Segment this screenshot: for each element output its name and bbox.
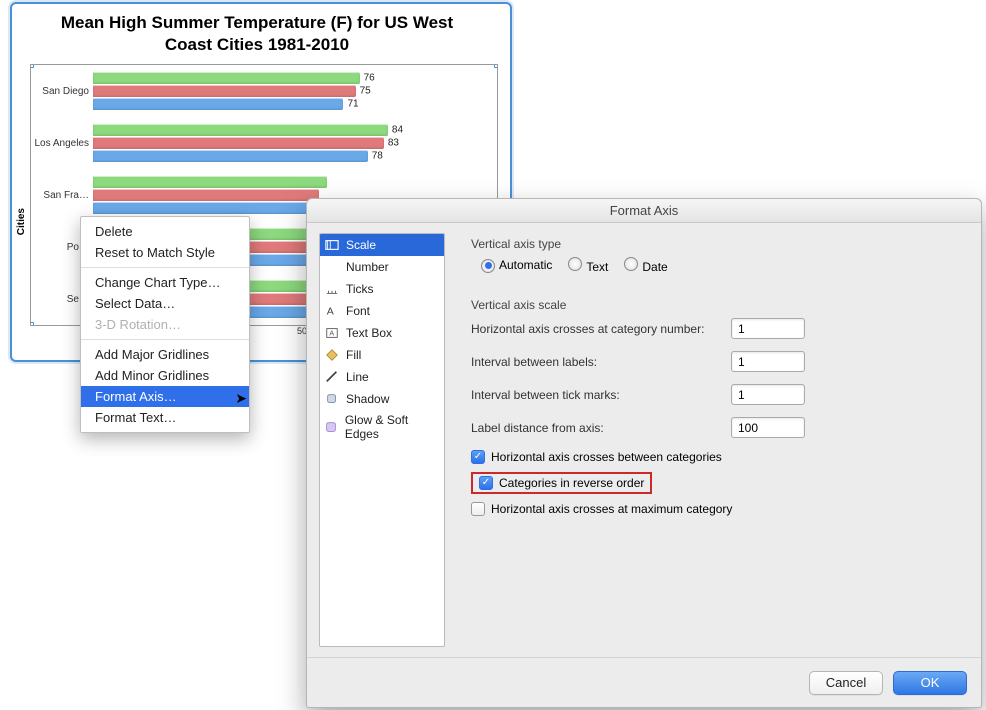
menu-format-text[interactable]: Format Text…	[81, 407, 249, 428]
radio-icon	[568, 257, 582, 271]
format-axis-dialog: Format Axis Scale Number Ticks A Font A …	[306, 198, 982, 708]
input-interval-labels[interactable]	[731, 351, 805, 372]
radio-icon	[481, 259, 495, 273]
menu-3d-rotation: 3-D Rotation…	[81, 314, 249, 335]
radio-text[interactable]: Text	[568, 257, 608, 274]
fill-icon	[324, 347, 340, 363]
number-icon	[324, 259, 340, 275]
side-textbox[interactable]: A Text Box	[320, 322, 444, 344]
textbox-icon: A	[324, 325, 340, 341]
context-menu: Delete Reset to Match Style Change Chart…	[80, 216, 250, 433]
dialog-content: Vertical axis type Automatic Text Date V…	[459, 233, 969, 647]
menu-separator	[81, 267, 249, 268]
chart-title: Mean High Summer Temperature (F) for US …	[16, 12, 498, 56]
menu-select-data[interactable]: Select Data…	[81, 293, 249, 314]
svg-text:A: A	[327, 306, 334, 318]
label-distance: Label distance from axis:	[471, 421, 731, 435]
ticks-icon	[324, 281, 340, 297]
label-max: Horizontal axis crosses at maximum categ…	[491, 502, 732, 516]
menu-add-minor-gridlines[interactable]: Add Minor Gridlines	[81, 365, 249, 386]
selection-handle[interactable]	[30, 322, 34, 326]
input-interval-ticks[interactable]	[731, 384, 805, 405]
bar-value: 78	[372, 151, 383, 162]
checkbox-max[interactable]	[471, 502, 485, 516]
line-icon	[324, 369, 340, 385]
label-crosses-at: Horizontal axis crosses at category numb…	[471, 322, 731, 336]
label-interval-labels: Interval between labels:	[471, 355, 731, 369]
side-glow[interactable]: Glow & Soft Edges	[320, 410, 444, 444]
label-between: Horizontal axis crosses between categori…	[491, 450, 722, 464]
bar-value: 75	[360, 86, 371, 97]
scale-icon	[324, 237, 340, 253]
input-label-distance[interactable]	[731, 417, 805, 438]
category-label: San Diego	[31, 86, 93, 97]
menu-add-major-gridlines[interactable]: Add Major Gridlines	[81, 344, 249, 365]
dialog-sidebar: Scale Number Ticks A Font A Text Box Fil…	[319, 233, 445, 647]
side-fill[interactable]: Fill	[320, 344, 444, 366]
dialog-title: Format Axis	[307, 199, 981, 223]
menu-change-chart-type[interactable]: Change Chart Type…	[81, 272, 249, 293]
side-shadow[interactable]: Shadow	[320, 388, 444, 410]
glow-icon	[324, 419, 339, 435]
bar-value: 71	[347, 99, 358, 110]
label-reverse: Categories in reverse order	[499, 476, 644, 490]
radio-automatic[interactable]: Automatic	[481, 258, 552, 273]
input-crosses-at[interactable]	[731, 318, 805, 339]
bar-value: 84	[392, 125, 403, 136]
side-font[interactable]: A Font	[320, 300, 444, 322]
checkbox-between[interactable]	[471, 450, 485, 464]
radio-icon	[624, 257, 638, 271]
y-axis-title[interactable]: Cities	[16, 168, 30, 235]
shadow-icon	[324, 391, 340, 407]
menu-separator	[81, 339, 249, 340]
cancel-button[interactable]: Cancel	[809, 671, 883, 695]
menu-delete[interactable]: Delete	[81, 221, 249, 242]
cursor-icon: ➤	[235, 390, 247, 407]
axis-type-label: Vertical axis type	[471, 237, 957, 251]
menu-format-axis[interactable]: Format Axis… ➤	[81, 386, 249, 407]
selection-handle[interactable]	[494, 64, 498, 68]
svg-text:A: A	[329, 331, 334, 338]
side-line[interactable]: Line	[320, 366, 444, 388]
selection-handle[interactable]	[30, 64, 34, 68]
checkbox-reverse[interactable]	[479, 476, 493, 490]
side-ticks[interactable]: Ticks	[320, 278, 444, 300]
radio-date[interactable]: Date	[624, 257, 667, 274]
highlight-reverse: Categories in reverse order	[471, 472, 652, 494]
font-icon: A	[324, 303, 340, 319]
axis-scale-label: Vertical axis scale	[471, 298, 957, 312]
side-number[interactable]: Number	[320, 256, 444, 278]
menu-reset-style[interactable]: Reset to Match Style	[81, 242, 249, 263]
bar-value: 76	[364, 73, 375, 84]
side-scale[interactable]: Scale	[320, 234, 444, 256]
label-interval-ticks: Interval between tick marks:	[471, 388, 731, 402]
bar-value: 83	[388, 138, 399, 149]
category-label: San Fra…	[31, 190, 93, 201]
category-label: Los Angeles	[31, 138, 93, 149]
ok-button[interactable]: OK	[893, 671, 967, 695]
